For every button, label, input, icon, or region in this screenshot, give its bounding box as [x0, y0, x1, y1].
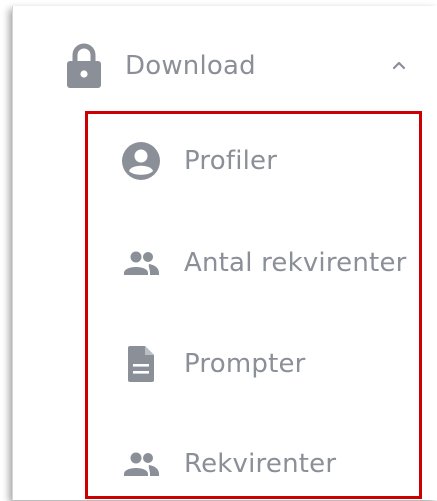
sidebar-panel: Download Profiler Antal rekvirenter Prom…: [12, 6, 437, 500]
download-section-header[interactable]: Download: [65, 42, 425, 90]
section-label: Download: [125, 51, 256, 81]
lock-icon: [67, 43, 101, 88]
menu-item-prompter[interactable]: Prompter: [121, 341, 437, 387]
chevron-up-icon[interactable]: [390, 56, 408, 74]
menu-item-rekvirenter[interactable]: Rekvirenter: [121, 441, 437, 487]
menu-item-label: Rekvirenter: [184, 449, 337, 479]
menu-item-label: Antal rekvirenter: [184, 248, 407, 278]
menu-item-profiler[interactable]: Profiler: [121, 138, 437, 184]
people-icon: [124, 251, 159, 275]
menu-item-antal-rekvirenter[interactable]: Antal rekvirenter: [121, 240, 437, 286]
document-icon: [128, 346, 154, 382]
menu-item-label: Profiler: [184, 146, 278, 176]
account-circle-icon: [122, 142, 160, 180]
menu-item-label: Prompter: [184, 349, 306, 379]
people-icon: [124, 452, 159, 476]
